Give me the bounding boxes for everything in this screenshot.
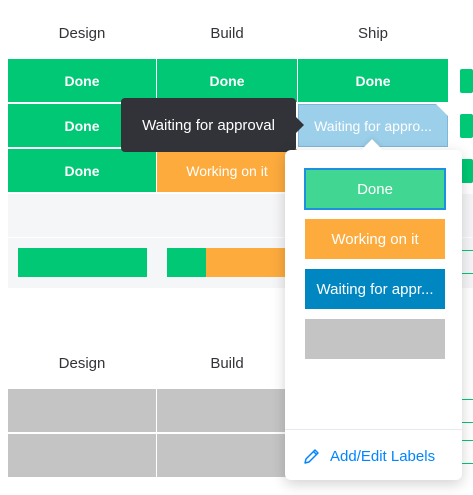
status-option-waiting-for-approval[interactable]: Waiting for appr... (305, 269, 445, 309)
column-header-ship[interactable]: Ship (298, 24, 448, 44)
status-option-working-on-it[interactable]: Working on it (305, 219, 445, 259)
summary-bar-build-done (167, 248, 206, 277)
group2-status-cell-design-row2[interactable] (8, 434, 156, 477)
status-tooltip: Waiting for approval (121, 98, 296, 152)
status-cell-build-row1[interactable]: Done (157, 59, 297, 102)
status-dropdown: Done Working on it Waiting for appr... A… (285, 139, 462, 480)
summary-bar-design[interactable] (18, 248, 147, 277)
summary-bar-build[interactable] (167, 248, 297, 277)
status-option-empty[interactable] (305, 319, 445, 359)
group2-status-cell-build-row1[interactable] (157, 389, 297, 432)
summary-stub-right (461, 250, 473, 274)
pencil-icon (303, 447, 321, 465)
column-header-design[interactable]: Design (8, 24, 156, 44)
status-cell-ship-row1[interactable]: Done (298, 59, 448, 102)
group2-status-cell-design-row1[interactable] (8, 389, 156, 432)
group2-row-stub-2 (462, 440, 473, 464)
group2-column-header-design[interactable]: Design (8, 354, 156, 374)
group2-column-header-build[interactable]: Build (157, 354, 297, 374)
tooltip-arrow (296, 117, 304, 133)
add-edit-labels-button[interactable]: Add/Edit Labels (303, 442, 453, 470)
group2-row-stub-1 (462, 399, 473, 423)
group2-status-cell-build-row2[interactable] (157, 434, 297, 477)
column-header-build[interactable]: Build (157, 24, 297, 44)
row2-next-column-stub[interactable] (460, 114, 473, 138)
status-option-done[interactable]: Done (304, 168, 446, 210)
status-cell-build-row3[interactable]: Working on it (157, 149, 297, 192)
row1-next-column-stub[interactable] (460, 69, 473, 93)
add-edit-labels-text: Add/Edit Labels (330, 447, 436, 465)
status-cell-design-row1[interactable]: Done (8, 59, 156, 102)
cell-corner-fold (436, 104, 448, 116)
dropdown-divider (285, 429, 462, 430)
summary-bar-design-done (18, 248, 147, 277)
summary-bar-build-working (206, 248, 297, 277)
status-cell-design-row3[interactable]: Done (8, 149, 156, 192)
